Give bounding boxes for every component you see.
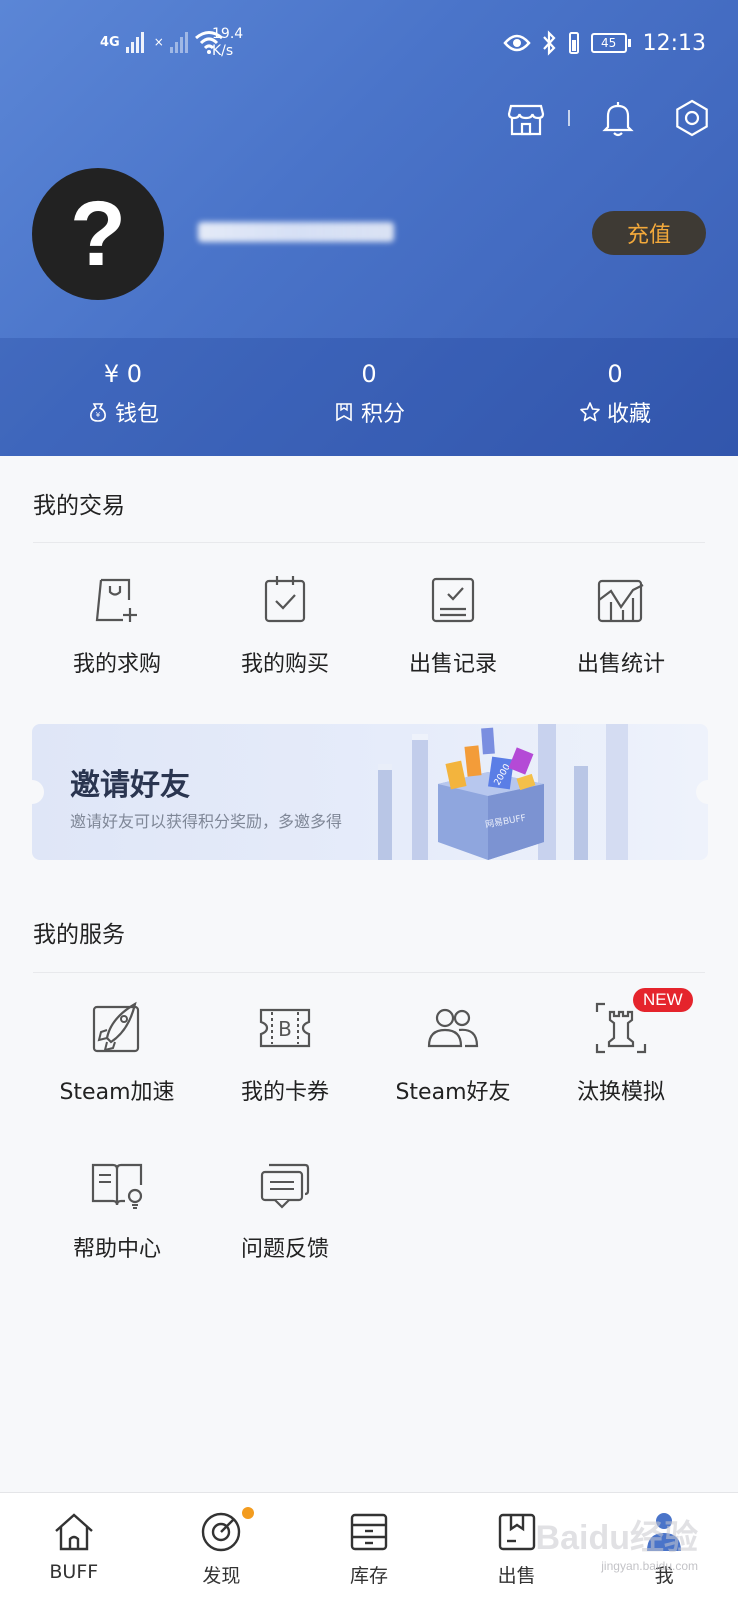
stat-favorites[interactable]: 0 收藏: [492, 358, 738, 428]
watermark-text: Baidu经验: [535, 1519, 698, 1557]
trade-label-sell-records: 出售记录: [408, 652, 497, 677]
trade-item-purchases[interactable]: 我的购买: [201, 572, 369, 678]
profile-header: 4G × 19.4 K/s 45 12:13 ? 充值 ¥ 0 ¥ 钱包 0 积…: [0, 0, 738, 456]
trade-label-sell-stats: 出售统计: [576, 652, 665, 677]
system-status: 45 12:13: [502, 30, 706, 56]
avatar[interactable]: ?: [32, 168, 164, 300]
star-icon: [580, 402, 600, 422]
wallet-icon: ¥: [90, 403, 106, 422]
trade-label-purchases: 我的购买: [240, 652, 329, 677]
chart-icon: [597, 579, 644, 623]
svg-text:B: B: [278, 1017, 292, 1041]
gear-icon[interactable]: [672, 98, 712, 138]
service-item-steam-boost[interactable]: Steam加速: [33, 1000, 201, 1106]
signal-icon: [125, 31, 144, 53]
stat-points[interactable]: 0 积分: [246, 358, 492, 428]
favorites-value: 0: [607, 360, 623, 388]
service-item-help-center[interactable]: 帮助中心: [33, 1157, 201, 1263]
trade-item-buy-orders[interactable]: 我的求购: [33, 572, 201, 678]
nav-label-inventory: 库存: [349, 1565, 388, 1587]
bag-plus-icon: [95, 578, 137, 622]
service-item-coupons[interactable]: B 我的卡券: [201, 1000, 369, 1106]
new-badge: NEW: [633, 988, 693, 1012]
nav-label-buff: BUFF: [49, 1561, 99, 1583]
list-check-icon: [431, 577, 475, 623]
svg-text:¥: ¥: [96, 411, 101, 419]
service-label-help-center: 帮助中心: [72, 1237, 161, 1262]
services-grid-row2: 帮助中心 问题反馈: [33, 1157, 705, 1263]
points-icon: [336, 403, 352, 422]
watermark-url: jingyan.baidu.com: [601, 1559, 698, 1573]
section-divider: [33, 972, 705, 973]
inventory-icon: [350, 1513, 388, 1551]
nav-label-discover: 发现: [202, 1565, 241, 1587]
points-label: 积分: [360, 402, 405, 427]
eye-icon: [502, 34, 531, 52]
services-grid-row1: Steam加速 B 我的卡券 Steam好友 NEW 汰换模拟: [33, 988, 705, 1106]
rocket-icon: [92, 1001, 140, 1053]
discover-icon: [202, 1512, 241, 1552]
invite-friends-banner[interactable]: 邀请好友 邀请好友可以获得积分奖励，多邀多得 网易BUFF 2000: [32, 724, 708, 860]
points-value: 0: [361, 360, 377, 388]
service-item-trade-up[interactable]: NEW 汰换模拟: [537, 988, 705, 1106]
wallet-label: 钱包: [114, 402, 159, 427]
username-redacted: [198, 222, 394, 242]
battery-indicator: 45: [590, 33, 631, 53]
stat-wallet[interactable]: ¥ 0 ¥ 钱包: [0, 358, 246, 428]
ticket-notch-right: [696, 780, 708, 804]
clipboard-check-icon: [264, 576, 306, 623]
speed-value: 19.4: [212, 26, 244, 42]
nav-tab-inventory[interactable]: 库存: [295, 1493, 443, 1601]
speed-unit: K/s: [212, 43, 234, 59]
signal-icon-2: [169, 31, 188, 53]
section-title-trade: 我的交易: [33, 493, 125, 519]
service-label-steam-boost: Steam加速: [59, 1080, 175, 1105]
trade-item-sell-records[interactable]: 出售记录: [369, 572, 537, 678]
friends-icon: [427, 1008, 479, 1048]
header-actions: [506, 98, 712, 138]
help-book-icon: [91, 1163, 143, 1209]
nav-label-sell: 出售: [497, 1565, 536, 1587]
service-item-steam-friends[interactable]: Steam好友: [369, 1000, 537, 1106]
service-label-feedback: 问题反馈: [240, 1237, 329, 1262]
header-divider: [568, 110, 570, 126]
sell-box-icon: [498, 1513, 535, 1551]
nav-tab-discover[interactable]: 发现: [148, 1493, 296, 1601]
account-stats: ¥ 0 ¥ 钱包 0 积分 0 收藏: [0, 358, 738, 428]
no-signal-icon: ×: [153, 35, 164, 49]
section-title-services: 我的服务: [33, 922, 125, 948]
bell-icon[interactable]: [598, 98, 638, 138]
network-status: 4G ×: [100, 30, 224, 54]
status-bar: 4G × 19.4 K/s 45 12:13: [0, 0, 738, 90]
ticket-notch-left: [32, 780, 44, 804]
nav-tab-buff[interactable]: BUFF: [0, 1493, 148, 1601]
invite-subtitle: 邀请好友可以获得积分奖励，多邀多得: [70, 812, 343, 831]
service-item-feedback[interactable]: 问题反馈: [201, 1157, 369, 1263]
wallet-balance: ¥ 0: [103, 360, 143, 388]
trade-item-sell-stats[interactable]: 出售统计: [537, 572, 705, 678]
trade-grid: 我的求购 我的购买 出售记录 出售统计: [33, 572, 705, 678]
service-label-trade-up: 汰换模拟: [576, 1080, 665, 1105]
section-divider: [33, 542, 705, 543]
clock: 12:13: [642, 30, 706, 56]
network-speed: 19.4 K/s: [212, 26, 243, 60]
store-icon[interactable]: [506, 98, 546, 138]
gift-box-illustration: 网易BUFF 2000: [378, 724, 628, 860]
trade-label-buy-orders: 我的求购: [72, 652, 161, 677]
feedback-icon: [260, 1163, 310, 1209]
service-label-coupons: 我的卡券: [240, 1080, 329, 1105]
favorites-label: 收藏: [606, 402, 651, 427]
baidu-watermark: Baidu经验 jingyan.baidu.com: [536, 1510, 698, 1573]
recharge-button[interactable]: 充值: [592, 211, 706, 255]
bluetooth-icon: [542, 30, 556, 56]
invite-title: 邀请好友: [70, 768, 190, 803]
service-label-steam-friends: Steam好友: [395, 1080, 511, 1105]
coupon-icon: B: [259, 1008, 311, 1048]
vibrate-battery-icon: [568, 32, 579, 54]
notification-dot: [241, 1507, 254, 1519]
network-type: 4G: [100, 34, 120, 50]
home-icon: [54, 1513, 93, 1551]
